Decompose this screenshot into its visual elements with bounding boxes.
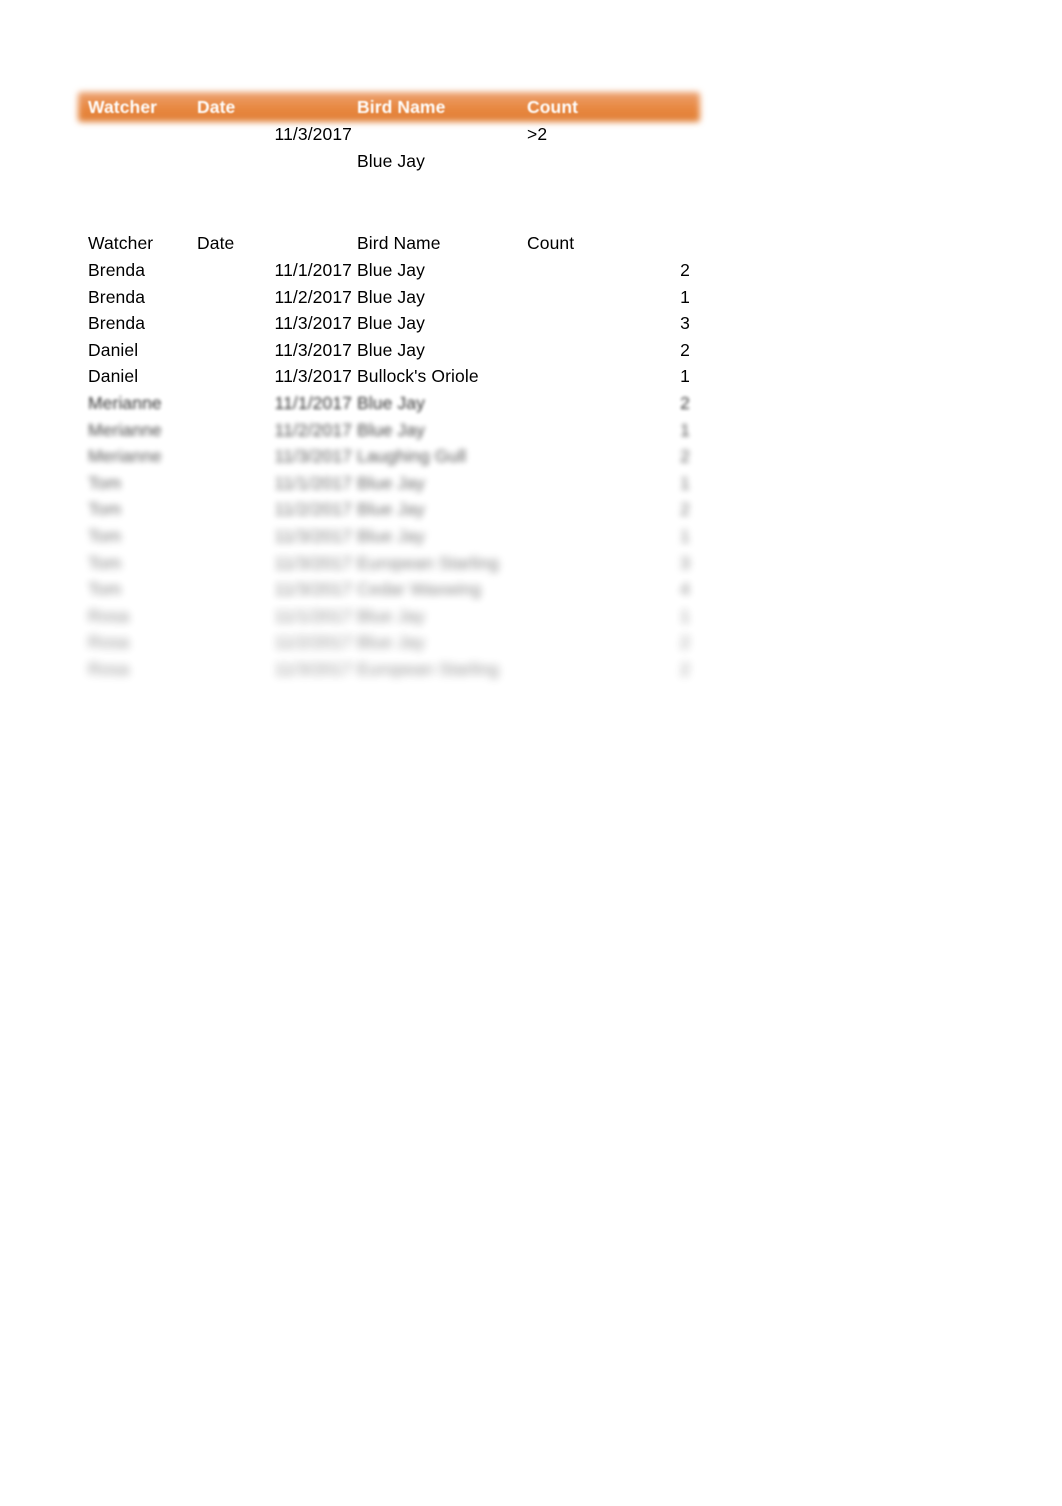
criteria-header-count: Count [527,97,579,117]
cell-watcher[interactable]: Tom [88,470,193,496]
spreadsheet-canvas: Watcher Date Bird Name Count 11/3/2017 >… [0,0,1062,1506]
cell-count[interactable]: 1 [527,603,690,629]
cell-count[interactable]: 2 [527,337,690,363]
table-row[interactable]: Merianne 11/1/2017 Blue Jay 2 [0,390,1062,416]
cell-count[interactable]: 4 [527,576,690,602]
cell-count[interactable]: 2 [527,629,690,655]
cell-watcher[interactable]: Daniel [88,363,193,389]
cell-date[interactable]: 11/3/2017 [192,363,352,389]
cell-watcher[interactable]: Tom [88,576,193,602]
cell-date[interactable]: 11/3/2017 [192,523,352,549]
cell-count[interactable]: 1 [527,470,690,496]
cell-count[interactable]: 2 [527,443,690,469]
cell-count[interactable]: 2 [527,390,690,416]
cell-watcher[interactable]: Daniel [88,337,193,363]
cell-count[interactable]: 2 [527,656,690,682]
cell-watcher[interactable]: Brenda [88,257,193,283]
table-row[interactable]: Tom 11/2/2017 Blue Jay 2 [0,496,1062,522]
cell-watcher[interactable]: Brenda [88,284,193,310]
cell-date[interactable]: 11/1/2017 [192,390,352,416]
cell-watcher[interactable]: Rosa [88,629,193,655]
cell-watcher[interactable]: Merianne [88,417,193,443]
cell-watcher[interactable]: Merianne [88,390,193,416]
cell-date[interactable]: 11/2/2017 [192,496,352,522]
table-row[interactable]: Rosa 11/3/2017 European Starling 2 [0,656,1062,682]
cell-count[interactable]: 1 [527,284,690,310]
table-row[interactable]: Rosa 11/1/2017 Blue Jay 1 [0,603,1062,629]
table-row[interactable]: Tom 11/3/2017 Cedar Waxwing 4 [0,576,1062,602]
cell-watcher[interactable]: Tom [88,523,193,549]
data-header-count: Count [527,233,575,253]
cell-date[interactable]: 11/3/2017 [192,550,352,576]
cell-count[interactable]: 2 [527,496,690,522]
cell-watcher[interactable]: Rosa [88,603,193,629]
criteria-header-row: Watcher Date Bird Name Count [0,92,1062,122]
table-row[interactable]: Tom 11/3/2017 European Starling 3 [0,550,1062,576]
table-row[interactable]: Daniel 11/3/2017 Blue Jay 2 [0,337,1062,363]
table-row[interactable]: Merianne 11/2/2017 Blue Jay 1 [0,417,1062,443]
criteria-cell-date[interactable]: 11/3/2017 [192,121,352,147]
cell-date[interactable]: 11/2/2017 [192,417,352,443]
criteria-cell-count[interactable]: >2 [527,121,690,147]
criteria-cell-count[interactable] [527,148,690,174]
data-header-watcher: Watcher [88,233,154,253]
cell-count[interactable]: 3 [527,550,690,576]
criteria-cell-watcher[interactable] [88,121,193,147]
cell-date[interactable]: 11/1/2017 [192,603,352,629]
cell-date[interactable]: 11/1/2017 [192,257,352,283]
table-row[interactable]: Brenda 11/1/2017 Blue Jay 2 [0,257,1062,283]
table-row[interactable]: Tom 11/1/2017 Blue Jay 1 [0,470,1062,496]
cell-date[interactable]: 11/3/2017 [192,576,352,602]
cell-count[interactable]: 2 [527,257,690,283]
table-row[interactable]: Rosa 11/2/2017 Blue Jay 2 [0,629,1062,655]
table-row[interactable]: Merianne 11/3/2017 Laughing Gull 2 [0,443,1062,469]
cell-date[interactable]: 11/3/2017 [192,656,352,682]
cell-date[interactable]: 11/3/2017 [192,337,352,363]
cell-watcher[interactable]: Tom [88,550,193,576]
criteria-cell-date[interactable] [192,148,352,174]
criteria-header-date: Date [197,97,236,117]
cell-watcher[interactable]: Tom [88,496,193,522]
cell-date[interactable]: 11/3/2017 [192,310,352,336]
table-row[interactable]: Brenda 11/3/2017 Blue Jay 3 [0,310,1062,336]
table-row[interactable]: Brenda 11/2/2017 Blue Jay 1 [0,284,1062,310]
table-row[interactable]: Daniel 11/3/2017 Bullock's Oriole 1 [0,363,1062,389]
cell-count[interactable]: 3 [527,310,690,336]
criteria-row[interactable]: 11/3/2017 >2 [0,121,1062,147]
cell-date[interactable]: 11/1/2017 [192,470,352,496]
cell-count[interactable]: 1 [527,417,690,443]
cell-watcher[interactable]: Brenda [88,310,193,336]
cell-watcher[interactable]: Rosa [88,656,193,682]
criteria-row[interactable]: Blue Jay [0,148,1062,174]
criteria-cell-watcher[interactable] [88,148,193,174]
cell-date[interactable]: 11/3/2017 [192,443,352,469]
criteria-header-watcher: Watcher [88,97,158,117]
cell-date[interactable]: 11/2/2017 [192,629,352,655]
cell-count[interactable]: 1 [527,523,690,549]
data-header-row: Watcher Date Bird Name Count [0,230,1062,256]
table-row[interactable]: Tom 11/3/2017 Blue Jay 1 [0,523,1062,549]
cell-watcher[interactable]: Merianne [88,443,193,469]
cell-date[interactable]: 11/2/2017 [192,284,352,310]
data-header-date: Date [197,233,235,253]
cell-count[interactable]: 1 [527,363,690,389]
